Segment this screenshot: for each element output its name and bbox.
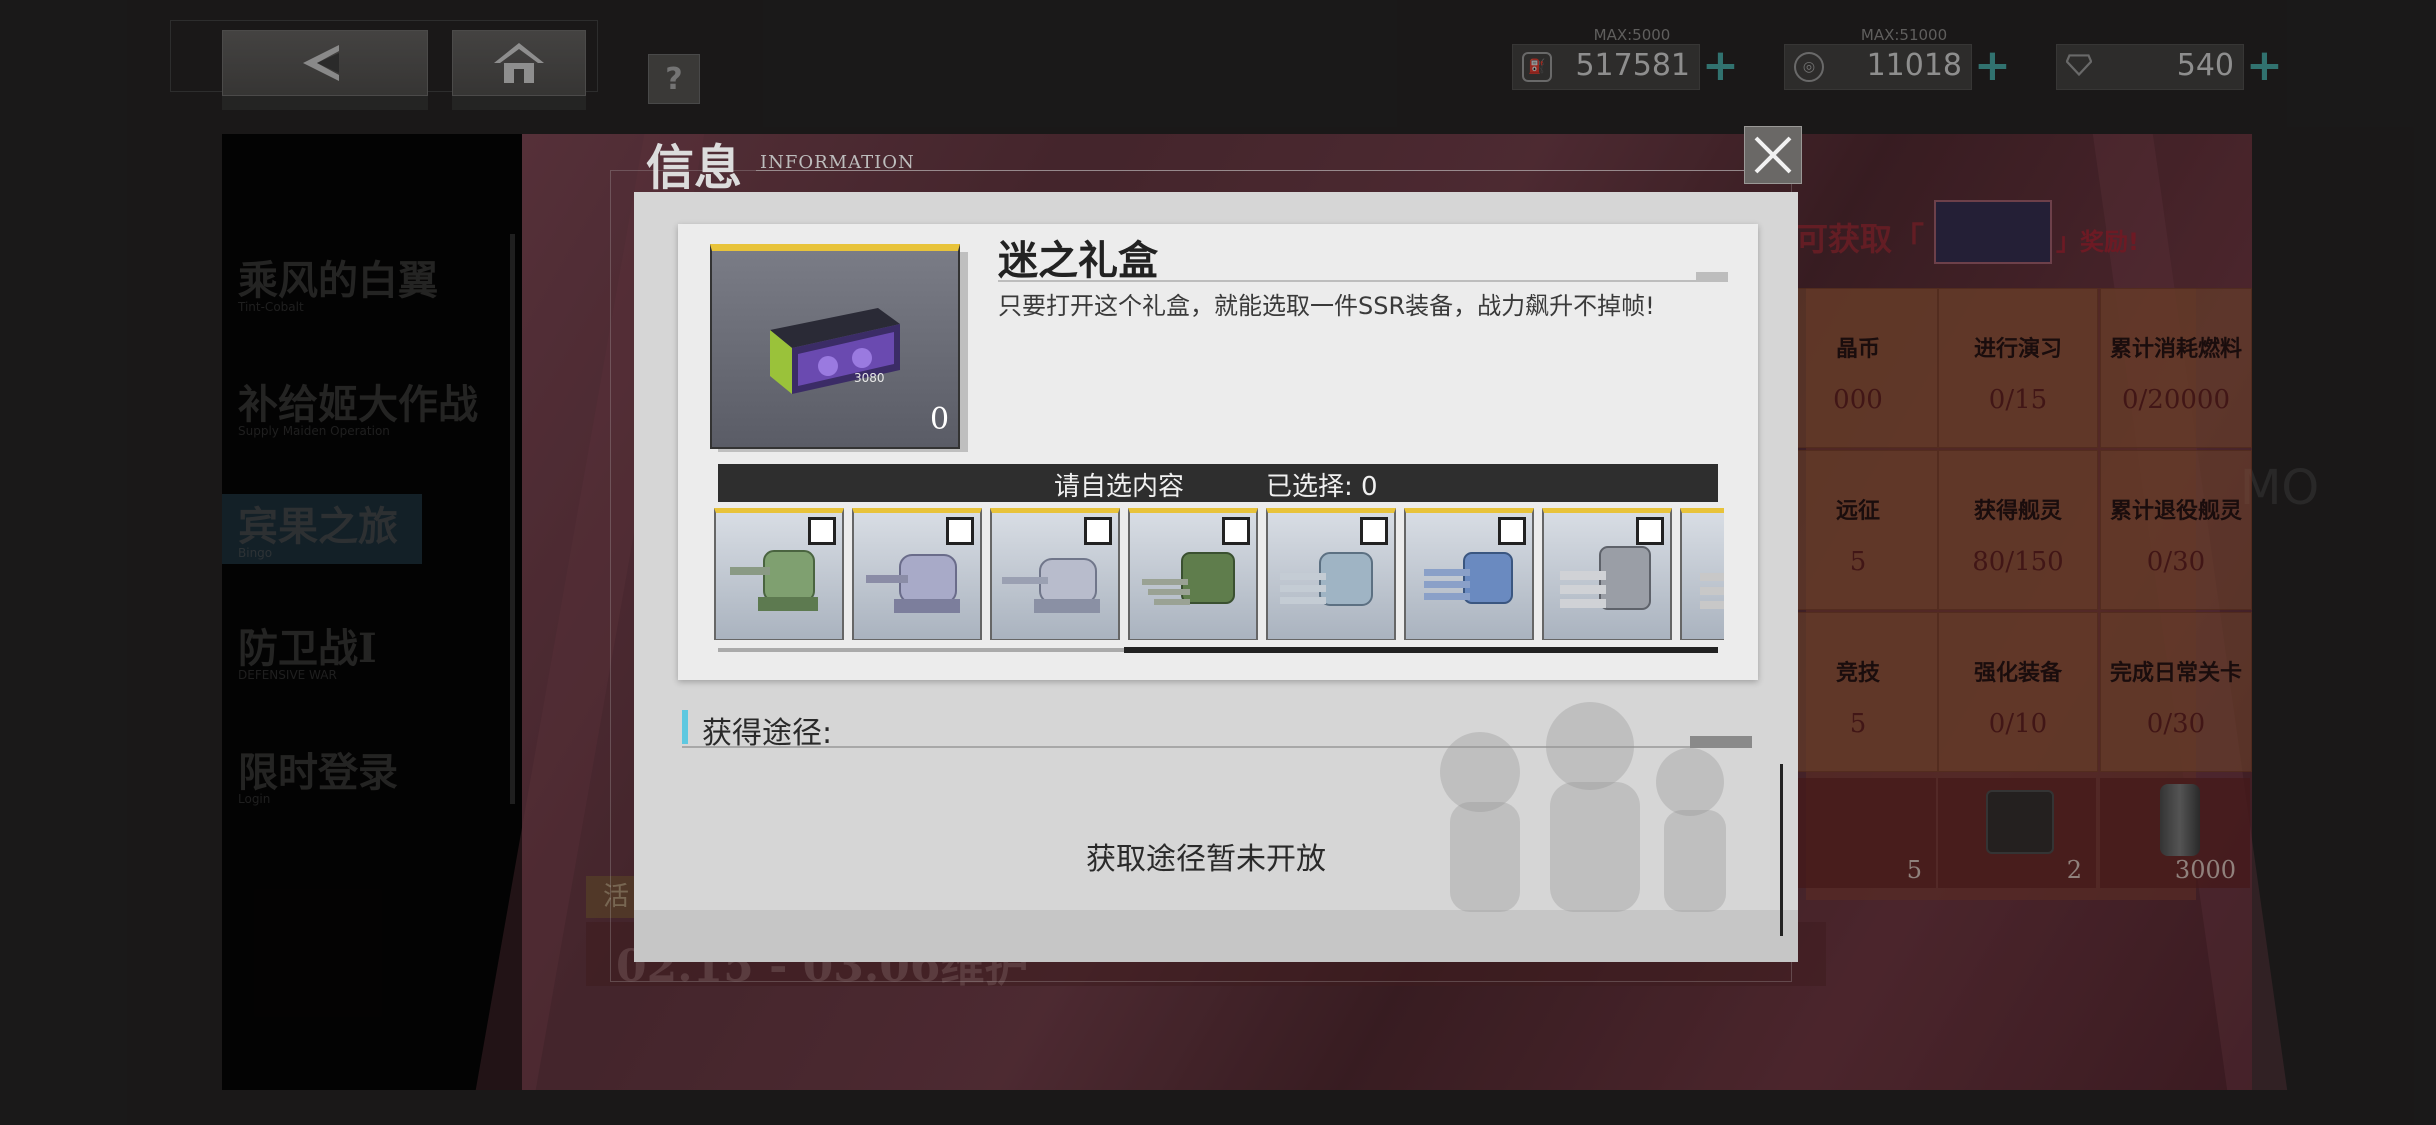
item-name: 迷之礼盒 xyxy=(998,237,1158,284)
equipment-option[interactable] xyxy=(852,508,982,640)
dialog-panel-footer xyxy=(634,910,1798,962)
equipment-option[interactable] xyxy=(1404,508,1534,640)
equipment-option[interactable] xyxy=(990,508,1120,640)
turret-silver-icon xyxy=(1002,558,1100,613)
equipment-checkbox[interactable] xyxy=(808,517,836,545)
item-name-underline xyxy=(998,280,1728,282)
equipment-option[interactable] xyxy=(1542,508,1672,640)
dialog-title-underline xyxy=(756,170,1756,171)
equipment-list[interactable] xyxy=(714,508,1724,640)
equipment-option[interactable] xyxy=(1266,508,1396,640)
item-count: 0 xyxy=(930,402,950,437)
equipment-option[interactable] xyxy=(1128,508,1258,640)
source-unavailable-text: 获取途径暂未开放 xyxy=(1086,842,1326,877)
equipment-scroll-thumb[interactable] xyxy=(1124,647,1718,653)
selection-prompt: 请自选内容 xyxy=(1054,472,1185,502)
selection-count: 已选择: 0 xyxy=(1266,472,1378,502)
source-accent-bar xyxy=(682,710,688,744)
equipment-checkbox[interactable] xyxy=(1222,517,1250,545)
turret-partial-icon xyxy=(1700,573,1724,609)
turret-triple-grey-icon xyxy=(1560,546,1651,610)
close-button[interactable] xyxy=(1744,126,1802,184)
equipment-checkbox[interactable] xyxy=(1084,517,1112,545)
equipment-option[interactable] xyxy=(714,508,844,640)
item-name-tag xyxy=(1696,272,1728,282)
equipment-option[interactable] xyxy=(1680,508,1724,640)
svg-text:3080: 3080 xyxy=(854,371,885,385)
item-description: 只要打开这个礼盒，就能选取一件SSR装备，战力飙升不掉帧! xyxy=(998,292,1655,320)
gift-box-graphics-card-icon: 3080 xyxy=(770,308,900,394)
chibi-silhouette-decoration xyxy=(1440,702,1726,912)
turret-triple-blue-icon xyxy=(1424,552,1513,604)
selection-header: 请自选内容 已选择: 0 xyxy=(718,464,1718,502)
equipment-checkbox[interactable] xyxy=(946,517,974,545)
turret-lavender-icon xyxy=(866,554,960,613)
equipment-checkbox[interactable] xyxy=(1498,517,1526,545)
turret-triple-steel-icon xyxy=(1280,552,1373,606)
equipment-checkbox[interactable] xyxy=(1636,517,1664,545)
turret-green-icon xyxy=(730,550,818,611)
turret-triple-green-icon xyxy=(1142,552,1235,605)
dialog-title: 信息 xyxy=(646,140,743,196)
close-icon xyxy=(1754,136,1792,174)
source-scrollbar[interactable] xyxy=(1780,764,1783,936)
equipment-checkbox[interactable] xyxy=(1360,517,1388,545)
